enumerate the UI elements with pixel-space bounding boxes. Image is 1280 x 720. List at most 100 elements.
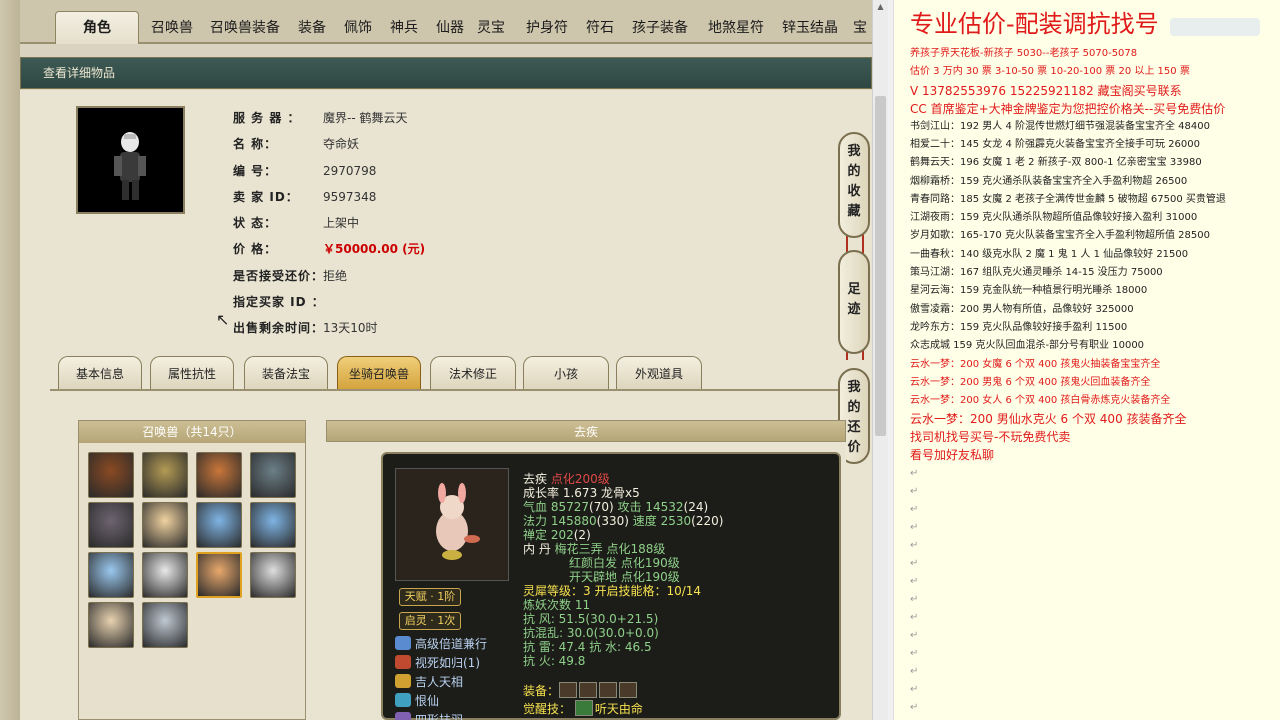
qiling-badge: 启灵 · 1次 [399, 612, 461, 630]
detail-tab-4[interactable]: 坐骑召唤兽 [337, 356, 421, 390]
neidan-2: 红颜白发 点化190级 [569, 556, 680, 570]
summon-thumb-14[interactable] [142, 602, 188, 648]
equip-slot-2[interactable] [579, 682, 598, 698]
summon-thumb-2[interactable] [142, 452, 188, 498]
pet-hp-atk-line: 气血 85727(70) 攻击 14532(24) [523, 500, 708, 514]
doc-line-13: 策马江湖：167 组队克火通灵睡杀 14-15 没压力 75000 [910, 267, 1163, 278]
tab-13[interactable]: 锌玉结晶 [778, 14, 842, 42]
paragraph-mark: ↵ [910, 504, 919, 515]
section-header: 查看详细物品 [20, 57, 872, 89]
pet-skill-1[interactable]: 高级倍道兼行 [395, 636, 487, 652]
atk-label: 攻击 [617, 500, 642, 514]
summon-thumb-1[interactable] [88, 452, 134, 498]
awaken-label: 觉醒技： [523, 702, 572, 716]
skill-label: 吉人天相 [415, 675, 464, 689]
paragraph-mark: ↵ [910, 630, 919, 641]
paragraph-mark: ↵ [910, 540, 919, 551]
paragraph-mark: ↵ [910, 684, 919, 695]
doc-line-7: 鹤舞云天：196 女魔 1 老 2 新孩子-双 800-1 亿亲密宝宝 3398… [910, 157, 1202, 169]
paragraph-mark: ↵ [910, 576, 919, 587]
tab-3[interactable]: 召唤兽装备 [205, 14, 285, 42]
equip-slot-4[interactable] [619, 682, 638, 698]
pet-detail-popup: 去疾 点化200级 成长率 1.673 龙骨x5 气血 85727(70) 攻击… [381, 452, 841, 720]
summon-thumb-7[interactable] [196, 502, 242, 548]
summon-thumb-5[interactable] [88, 502, 134, 548]
equip-label: 装备： [523, 684, 560, 698]
summon-thumb-11[interactable] [196, 552, 242, 598]
tab-2[interactable]: 召唤兽 [146, 14, 198, 42]
doc-line-17: 众志成城 159 克火队回血混杀-部分号有职业 10000 [910, 340, 1145, 352]
summon-thumb-12[interactable] [250, 552, 296, 598]
pet-level: 点化200级 [550, 472, 610, 486]
info-value: 13天10时 [323, 321, 378, 335]
tab-7[interactable]: 仙器 [428, 14, 472, 42]
skill-label: 恨仙 [415, 694, 440, 708]
tab-4[interactable]: 装备 [290, 14, 334, 42]
doc-line-4: CC 首席鉴定+大神金牌鉴定为您把控价格关--买号免费估价 [910, 101, 1226, 116]
summon-thumb-9[interactable] [88, 552, 134, 598]
game-scrollbar[interactable]: ▲ [872, 0, 888, 720]
pet-skill-3[interactable]: 吉人天相 [395, 674, 463, 690]
pet-portrait [395, 468, 509, 581]
paragraph-mark: ↵ [910, 666, 919, 677]
doc-line-18: 云水一梦：200 女魔 6 个双 400 孩鬼火抽装备宝宝齐全 [910, 358, 1161, 370]
summon-thumb-10[interactable] [142, 552, 188, 598]
doc-line-10: 江湖夜雨：159 克火队通杀队物超所值品像较好接入盈利 31000 [910, 212, 1198, 224]
info-row-6: 价 格： ￥50000.00 (元) [233, 240, 425, 258]
detail-tab-2[interactable]: 属性抗性 [150, 356, 234, 390]
tab-14[interactable]: 宝 [848, 14, 872, 42]
res-wind: 抗 风: 51.5(30.0+21.5) [523, 612, 659, 626]
pet-skill-4[interactable]: 恨仙 [395, 693, 439, 709]
equip-slot-3[interactable] [599, 682, 618, 698]
tab-8[interactable]: 灵宝 [474, 14, 508, 42]
equip-slot-1[interactable] [559, 682, 578, 698]
summon-thumb-13[interactable] [88, 602, 134, 648]
awaken-icon [574, 700, 593, 716]
tab-11[interactable]: 孩子装备 [626, 14, 694, 42]
game-panel: 角色 召唤兽 召唤兽装备 装备 佩饰 神兵 仙器 灵宝 护身符 符石 孩子装备 地煞星符 锌玉结晶宝 查… [0, 0, 888, 720]
summon-thumb-3[interactable] [196, 452, 242, 498]
footprint-button[interactable]: 足迹 [838, 250, 870, 354]
neidan-3: 开天辟地 点化190级 [569, 570, 680, 584]
info-value: 上架中 [323, 216, 360, 230]
tab-10[interactable]: 符石 [580, 14, 620, 42]
info-label: 出售剩余时间： [233, 321, 325, 335]
tab-5[interactable]: 佩饰 [336, 14, 380, 42]
skill-label: 四形扶羽 [415, 713, 464, 720]
tab-6[interactable]: 神兵 [382, 14, 426, 42]
summon-thumb-8[interactable] [250, 502, 296, 548]
zen-label: 禅定 [523, 528, 548, 542]
info-value: 2970798 [323, 164, 377, 178]
info-label: 指定买家 ID ： [233, 295, 325, 309]
detail-tab-1[interactable]: 基本信息 [58, 356, 142, 390]
hp-add: (70) [589, 500, 614, 514]
atk-add: (24) [683, 500, 709, 514]
pet-skill-5[interactable]: 四形扶羽 [395, 712, 463, 720]
skill-icon [395, 655, 411, 669]
scroll-up-icon[interactable]: ▲ [875, 2, 886, 14]
mouse-cursor-icon: ↖ [216, 310, 230, 329]
tab-12[interactable]: 地煞星符 [700, 14, 772, 42]
summon-thumb-4[interactable] [250, 452, 296, 498]
tab-1[interactable]: 角色 [55, 11, 139, 44]
scroll-thumb[interactable] [875, 96, 886, 436]
document-title: 专业估价-配装调抗找号 [910, 10, 1159, 38]
favorites-label: 我的收藏 [847, 144, 861, 219]
growth-label: 成长率 [523, 486, 560, 500]
detail-tab-7[interactable]: 外观道具 [616, 356, 702, 390]
pet-skill-2[interactable]: 视死如归(1) [395, 655, 480, 671]
detail-tab-6[interactable]: 小孩 [523, 356, 609, 390]
info-value: 9597348 [323, 190, 377, 204]
detail-tab-3[interactable]: 装备法宝 [244, 356, 328, 390]
info-label: 编 号： [233, 164, 278, 178]
my-favorites-button[interactable]: 我的收藏 [838, 132, 870, 238]
detail-tab-5[interactable]: 法术修正 [430, 356, 516, 390]
summon-list-header: 召唤兽（共14只） [79, 421, 305, 443]
doc-line-14: 星河云海：159 克金队统一种植景行明光睡杀 18000 [910, 285, 1148, 297]
tab-9[interactable]: 护身符 [518, 14, 576, 42]
pet-name-header: 去疾 [326, 420, 846, 442]
res-confuse: 抗混乱: 30.0(30.0+0.0) [523, 626, 659, 640]
info-label: 价 格： [233, 242, 278, 256]
doc-line-15: 傲雪凌霜：200 男人物有所值，品像较好 325000 [910, 303, 1134, 315]
summon-thumb-6[interactable] [142, 502, 188, 548]
